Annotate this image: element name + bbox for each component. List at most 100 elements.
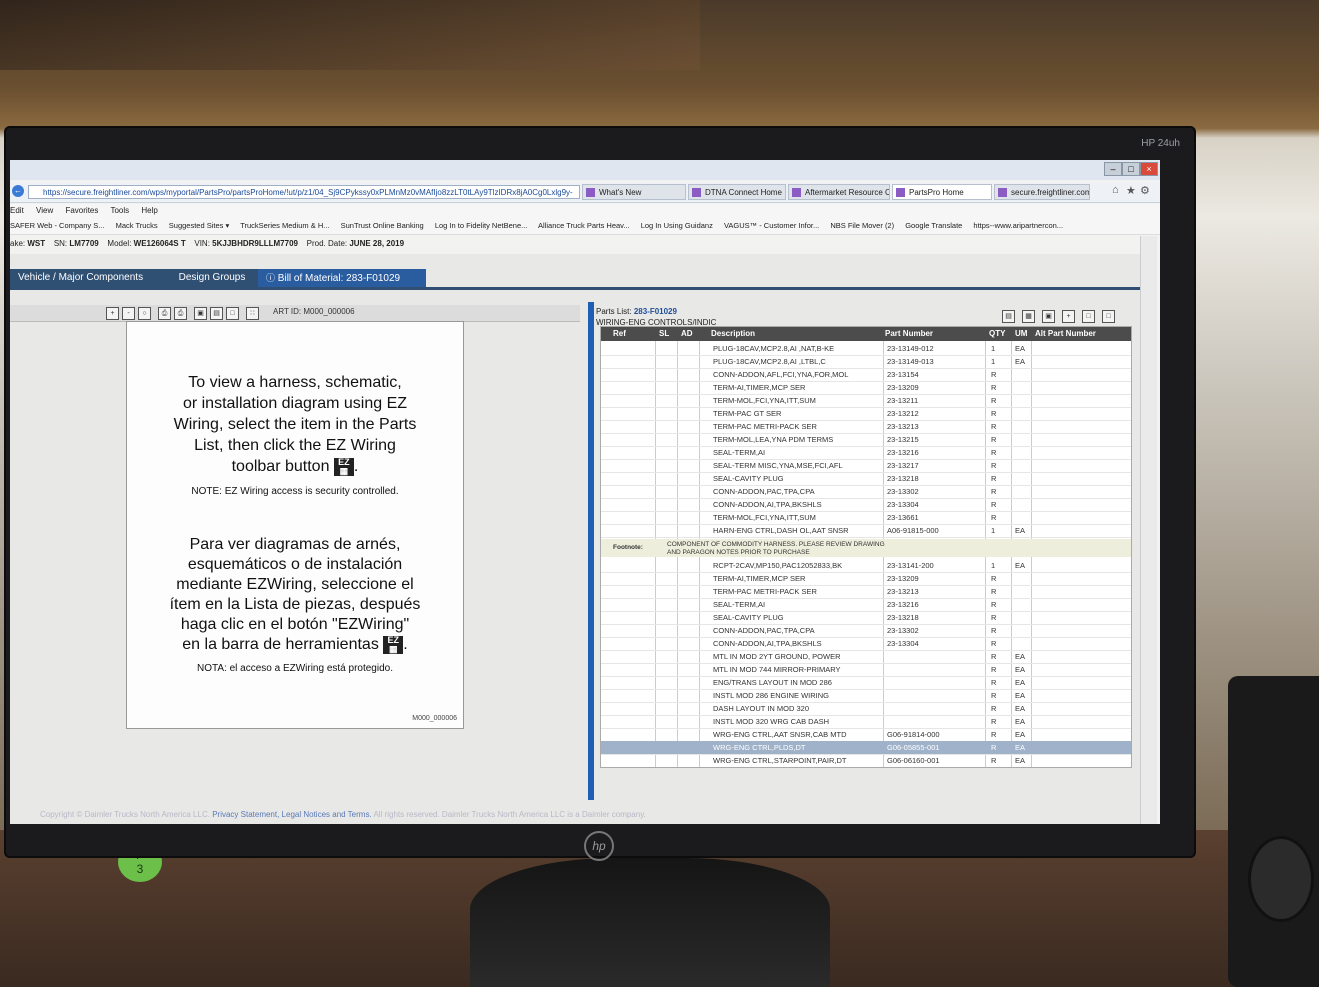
cell-pn: 23-13213 <box>887 587 919 596</box>
page-scrollbar[interactable] <box>1140 236 1157 824</box>
close-button[interactable]: × <box>1140 162 1158 176</box>
favorite-link[interactable]: NBS File Mover (2) <box>830 221 894 230</box>
cell-desc: WRG-ENG CTRL,AAT SNSR,CAB MTD <box>713 730 847 739</box>
zoom-out-icon[interactable]: - <box>122 307 135 320</box>
cell-pn: D06-90541-000 <box>887 767 983 768</box>
tab-bill-of-material[interactable]: ⓘ Bill of Material: 283-F01029 <box>258 269 426 287</box>
tab-secure[interactable]: secure.freightliner.com <box>994 184 1090 200</box>
home-icon[interactable]: ⌂ <box>1112 184 1119 196</box>
image-icon[interactable]: ▣ <box>194 307 207 320</box>
cell-desc: PLUG-18CAV,MCP2.8,AI ,NAT,B-KE <box>713 344 835 353</box>
chart-icon[interactable]: ▤ <box>210 307 223 320</box>
table-row[interactable]: TERM-AI,TIMER,MCP SER 23-13209 R <box>601 572 1131 586</box>
pane-splitter[interactable] <box>588 302 594 800</box>
minimize-button[interactable]: – <box>1104 162 1122 176</box>
table-row[interactable]: HARN-ENG CTRL,DASH OL,AAT SNSR A06-91815-… <box>601 524 1131 538</box>
privacy-link[interactable]: Privacy Statement, Legal Notices and Ter… <box>212 810 371 819</box>
cell-pn: 23-13215 <box>887 435 919 444</box>
table-row[interactable]: TERM-MOL,FCI,YNA,ITT,SUM 23-13661 R <box>601 511 1131 525</box>
table-row[interactable]: CONN-ADDON,PAC,TPA,CPA 23-13302 R <box>601 485 1131 499</box>
favorite-link[interactable]: Log In Using Guidanz <box>641 221 713 230</box>
print-all-icon[interactable]: ⎙ <box>174 307 187 320</box>
cell-pn: 23-13154 <box>887 370 919 379</box>
favorite-link[interactable]: Log In to Fidelity NetBene... <box>435 221 528 230</box>
menu-tools[interactable]: Tools <box>110 206 129 215</box>
table-row[interactable]: INSTL MOD 320 WRG CAB DASH R EA <box>601 715 1131 729</box>
favorite-link[interactable]: SunTrust Online Banking <box>341 221 424 230</box>
grid-icon[interactable]: ∷ <box>246 307 259 320</box>
url-input[interactable]: https://secure.freightliner.com/wps/mypo… <box>28 185 580 199</box>
tab-vehicle-components[interactable]: Vehicle / Major Components <box>10 269 166 287</box>
cell-pn: 23-13209 <box>887 383 919 392</box>
table-row[interactable]: SEAL-CAVITY PLUG 23-13218 R <box>601 611 1131 625</box>
favorite-link[interactable]: SAFER Web - Company S... <box>10 221 104 230</box>
back-button[interactable]: ← <box>12 185 24 197</box>
favorite-link[interactable]: Alliance Truck Parts Heav... <box>538 221 630 230</box>
table-row[interactable]: TERM-AI,TIMER,MCP SER 23-13209 R <box>601 381 1131 395</box>
table-row[interactable]: SEAL-CAVITY PLUG 23-13218 R <box>601 472 1131 486</box>
table-row[interactable]: SEAL-TERM,AI 23-13216 R <box>601 446 1131 460</box>
table-row[interactable]: TERM-MOL,LEA,YNA PDM TERMS 23-13215 R <box>601 433 1131 447</box>
cell-um: EA <box>1015 344 1026 353</box>
add-icon[interactable]: + <box>1062 310 1075 323</box>
table-row[interactable]: TERM-PAC GT SER 23-13212 R <box>601 407 1131 421</box>
favorite-link[interactable]: https--www.aripartnercon... <box>973 221 1063 230</box>
menu-help[interactable]: Help <box>141 206 157 215</box>
tab-aftermarket[interactable]: Aftermarket Resource Ce... <box>788 184 890 200</box>
table-row[interactable]: SEAL-TERM MISC,YNA,MSE,FCI,AFL 23-13217 R <box>601 459 1131 473</box>
table-row[interactable]: MTL IN MOD 744 MIRROR-PRIMARY R EA <box>601 663 1131 677</box>
menu-edit[interactable]: Edit <box>10 206 24 215</box>
table-row[interactable]: SEAL-TERM,AI 23-13216 R <box>601 598 1131 612</box>
window-icon[interactable]: □ <box>1082 310 1095 323</box>
menu-bar: Edit View Favorites Tools Help <box>10 204 1160 218</box>
table-row[interactable]: TERM-PAC METRI-PACK SER 23-13213 R <box>601 585 1131 599</box>
favorite-link[interactable]: Mack Trucks <box>116 221 158 230</box>
print-icon[interactable]: ⎙ <box>158 307 171 320</box>
parts-toolbar: ▤ ▦ ▣ + □ □ <box>1002 308 1138 323</box>
favorite-link[interactable]: Suggested Sites ▾ <box>169 221 229 230</box>
zoom-in-icon[interactable]: + <box>106 307 119 320</box>
menu-favorites[interactable]: Favorites <box>65 206 98 215</box>
favorite-link[interactable]: Google Translate <box>905 221 962 230</box>
table-row[interactable]: MTL IN MOD 2YT GROUND, POWER R EA <box>601 650 1131 664</box>
table-row[interactable]: BLK DIAG-ENG CTRL D06-90541-000 R EA <box>601 767 1131 768</box>
cell-desc: RCPT-2CAV,MP150,PAC12052833,BK <box>713 561 843 570</box>
table-row[interactable]: PLUG-18CAV,MCP2.8,AI ,LTBL,C 23-13149-013… <box>601 355 1131 369</box>
table-row[interactable]: CONN-ADDON,AFL,FCI,YNA,FOR,MOL 23-13154 R <box>601 368 1131 382</box>
table-row[interactable]: TERM-PAC METRI-PACK SER 23-13213 R <box>601 420 1131 434</box>
gear-icon[interactable]: ⚙ <box>1140 184 1150 197</box>
table-row[interactable]: CONN-ADDON,AI,TPA,BKSHLS 23-13304 R <box>601 498 1131 512</box>
cell-qty: R <box>991 500 997 509</box>
window-icon[interactable]: □ <box>226 307 239 320</box>
zoom-fit-icon[interactable]: ○ <box>138 307 151 320</box>
favorite-link[interactable]: VAGUS™ - Customer Infor... <box>724 221 819 230</box>
table-row[interactable]: INSTL MOD 286 ENGINE WIRING R EA <box>601 689 1131 703</box>
tab-partspro[interactable]: PartsPro Home <box>892 184 992 200</box>
table-row[interactable]: WRG-ENG CTRL,AAT SNSR,CAB MTD G06-91814-0… <box>601 728 1131 742</box>
image-icon[interactable]: ▣ <box>1042 310 1055 323</box>
table-row[interactable]: ENG/TRANS LAYOUT IN MOD 286 R EA <box>601 676 1131 690</box>
cell-um: EA <box>1015 704 1026 713</box>
table-row[interactable]: DASH LAYOUT IN MOD 320 R EA <box>601 702 1131 716</box>
table-row[interactable]: CONN-ADDON,AI,TPA,BKSHLS 23-13304 R <box>601 637 1131 651</box>
favorite-link[interactable]: TruckSeries Medium & H... <box>240 221 329 230</box>
star-icon[interactable]: ★ <box>1126 184 1136 197</box>
table-row[interactable]: CONN-ADDON,PAC,TPA,CPA 23-13302 R <box>601 624 1131 638</box>
table-row[interactable]: WRG-ENG CTRL,PLDS,DT G06-05855-001 R EA <box>601 741 1131 755</box>
table-row[interactable]: PLUG-18CAV,MCP2.8,AI ,NAT,B-KE 23-13149-0… <box>601 342 1131 356</box>
table-row[interactable]: WRG-ENG CTRL,STARPOINT,PAIR,DT G06-06160-… <box>601 754 1131 767</box>
window-icon[interactable]: □ <box>1102 310 1115 323</box>
document-icon[interactable]: ▤ <box>1002 310 1015 323</box>
menu-view[interactable]: View <box>36 206 53 215</box>
tab-icon <box>896 188 905 197</box>
parts-table: Ref SL AD Description Part Number QTY UM… <box>600 326 1132 768</box>
table-row[interactable]: TERM-MOL,FCI,YNA,ITT,SUM 23-13211 R <box>601 394 1131 408</box>
table-row[interactable]: RCPT-2CAV,MP150,PAC12052833,BK 23-13141-2… <box>601 559 1131 573</box>
tab-whats-new[interactable]: What's New <box>582 184 686 200</box>
cell-desc: TERM-PAC GT SER <box>713 409 782 418</box>
ez-wiring-button[interactable]: ▦ <box>1022 310 1035 323</box>
tab-design-groups[interactable]: Design Groups <box>160 269 264 287</box>
maximize-button[interactable]: □ <box>1122 162 1140 176</box>
es-instruction-line: haga clic en el botón "EZWiring" <box>180 616 410 633</box>
tab-dtna[interactable]: DTNA Connect Home <box>688 184 786 200</box>
